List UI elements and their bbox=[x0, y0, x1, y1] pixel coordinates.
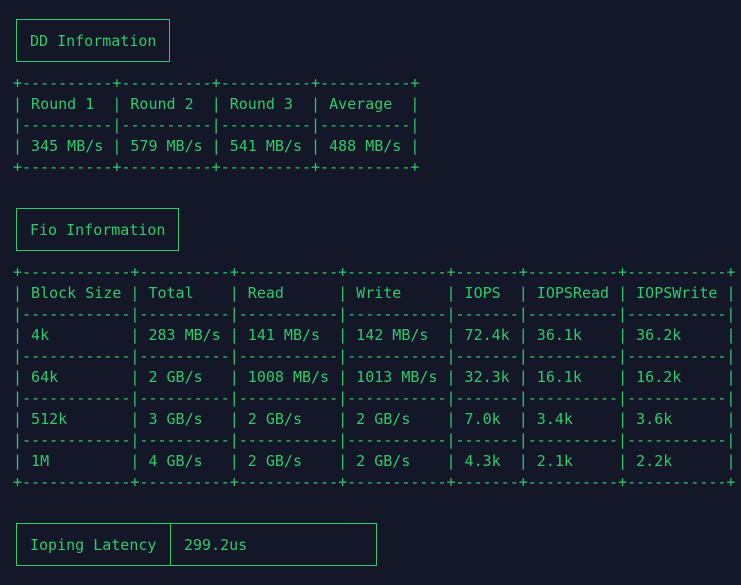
dd-cell: 579 MB/s bbox=[121, 137, 212, 155]
dd-cell: Average bbox=[320, 95, 411, 113]
ioping-latency-value: 299.2us bbox=[184, 535, 248, 554]
fio-cell: 32.3k bbox=[455, 368, 519, 386]
fio-cell: Total bbox=[139, 284, 230, 302]
dd-cell: 345 MB/s bbox=[22, 137, 113, 155]
ioping-divider bbox=[170, 524, 171, 565]
fio-cell: 3 GB/s bbox=[139, 410, 230, 428]
fio-cell: 512k bbox=[22, 410, 131, 428]
fio-cell: 16.1k bbox=[527, 368, 619, 386]
dd-header-row: | Round 1 | Round 2 | Round 3 | Average … bbox=[13, 95, 420, 113]
fio-cell: 7.0k bbox=[455, 410, 519, 428]
fio-information-title-box: Fio Information bbox=[16, 208, 179, 251]
fio-cell: Read bbox=[238, 284, 339, 302]
fio-cell: 1013 MB/s bbox=[347, 368, 447, 386]
fio-cell: 2 GB/s bbox=[238, 452, 339, 470]
dd-bottom-border: +----------+----------+----------+------… bbox=[13, 158, 420, 176]
fio-cell: 16.2k bbox=[627, 368, 727, 386]
fio-cell: 72.4k bbox=[455, 326, 519, 344]
fio-cell: 4k bbox=[22, 326, 131, 344]
fio-cell: 1M bbox=[22, 452, 131, 470]
dd-row-separator: |----------|----------|----------|------… bbox=[13, 116, 420, 134]
dd-top-border: +----------+----------+----------+------… bbox=[13, 74, 420, 92]
fio-cell: 3.6k bbox=[627, 410, 727, 428]
dd-cell: Round 3 bbox=[220, 95, 312, 113]
fio-table-row: | 64k | 2 GB/s | 1008 MB/s | 1013 MB/s |… bbox=[13, 368, 736, 386]
dd-results-table: +----------+----------+----------+------… bbox=[13, 73, 419, 178]
fio-cell: 2 GB/s bbox=[139, 368, 230, 386]
fio-row-separator: |------------|----------|-----------|---… bbox=[13, 431, 736, 449]
fio-information-title: Fio Information bbox=[30, 220, 166, 239]
fio-top-border: +------------+----------+-----------+---… bbox=[13, 263, 736, 281]
dd-cell: Round 2 bbox=[121, 95, 212, 113]
fio-cell: 2 GB/s bbox=[347, 410, 447, 428]
fio-cell: Block Size bbox=[22, 284, 131, 302]
fio-cell: 2.2k bbox=[627, 452, 727, 470]
fio-cell: 3.4k bbox=[527, 410, 619, 428]
fio-cell: Write bbox=[347, 284, 447, 302]
fio-cell: 36.1k bbox=[527, 326, 619, 344]
fio-cell: 2.1k bbox=[527, 452, 619, 470]
fio-row-separator: |------------|----------|-----------|---… bbox=[13, 305, 736, 323]
fio-cell: 283 MB/s bbox=[139, 326, 230, 344]
dd-cell: 541 MB/s bbox=[220, 137, 312, 155]
fio-cell: IOPS bbox=[455, 284, 519, 302]
fio-cell: 142 MB/s bbox=[347, 326, 447, 344]
fio-cell: 2 GB/s bbox=[347, 452, 447, 470]
fio-cell: 64k bbox=[22, 368, 131, 386]
fio-cell: 36.2k bbox=[627, 326, 727, 344]
fio-header-row: | Block Size | Total | Read | Write | IO… bbox=[13, 284, 736, 302]
fio-cell: 141 MB/s bbox=[238, 326, 339, 344]
dd-table-row: | 345 MB/s | 579 MB/s | 541 MB/s | 488 M… bbox=[13, 137, 420, 155]
fio-row-separator: |------------|----------|-----------|---… bbox=[13, 389, 736, 407]
fio-cell: 4.3k bbox=[455, 452, 519, 470]
fio-row-separator: |------------|----------|-----------|---… bbox=[13, 347, 736, 365]
fio-cell: 4 GB/s bbox=[139, 452, 230, 470]
fio-table-row: | 512k | 3 GB/s | 2 GB/s | 2 GB/s | 7.0k… bbox=[13, 410, 736, 428]
fio-bottom-border: +------------+----------+-----------+---… bbox=[13, 473, 736, 491]
dd-cell: 488 MB/s bbox=[320, 137, 411, 155]
fio-cell: 1008 MB/s bbox=[238, 368, 339, 386]
fio-cell: IOPSWrite bbox=[627, 284, 727, 302]
dd-cell: Round 1 bbox=[22, 95, 113, 113]
fio-cell: IOPSRead bbox=[527, 284, 619, 302]
fio-table-row: | 1M | 4 GB/s | 2 GB/s | 2 GB/s | 4.3k |… bbox=[13, 452, 736, 470]
ioping-latency-label: Ioping Latency bbox=[30, 535, 157, 554]
dd-information-title: DD Information bbox=[30, 31, 157, 50]
fio-table-row: | 4k | 283 MB/s | 141 MB/s | 142 MB/s | … bbox=[13, 326, 736, 344]
fio-cell: 2 GB/s bbox=[238, 410, 339, 428]
dd-information-title-box: DD Information bbox=[16, 19, 170, 62]
ioping-latency-box: Ioping Latency 299.2us bbox=[16, 523, 377, 566]
fio-results-table: +------------+----------+-----------+---… bbox=[13, 262, 736, 493]
